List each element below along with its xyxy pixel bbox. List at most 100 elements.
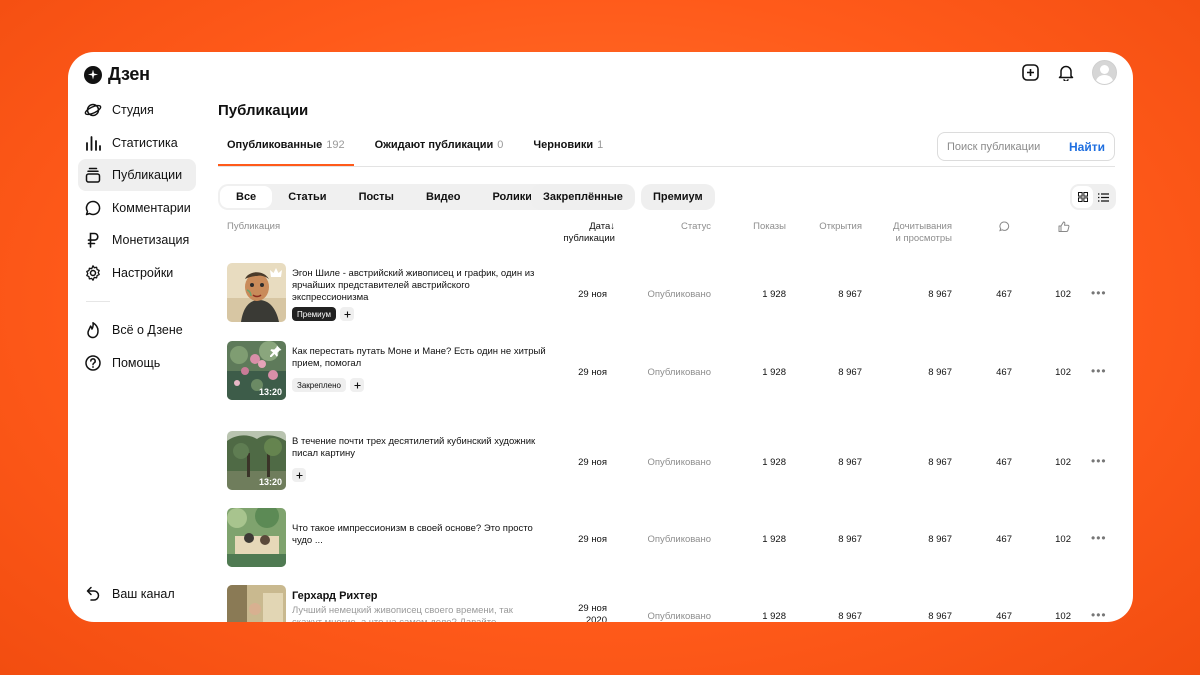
video-duration: 13:20 — [258, 387, 282, 397]
table-row[interactable]: 13:20 Как перестать путать Моне и Мане? … — [218, 341, 1118, 401]
comment-icon — [999, 221, 1010, 232]
planet-icon — [84, 103, 102, 117]
header-likes — [1058, 221, 1070, 236]
sidebar-item-about-dzen[interactable]: Всё о Дзене — [78, 314, 196, 346]
page-title: Публикации — [218, 102, 309, 119]
publication-title[interactable]: Как перестать путать Моне и Мане? Есть о… — [292, 346, 547, 370]
tab-label: Ожидают публикации — [374, 139, 494, 151]
dzen-star-icon — [84, 65, 102, 84]
tab-scheduled[interactable]: Ожидают публикации 0 — [366, 130, 513, 166]
publication-title[interactable]: Что такое импрессионизм в своей основе? … — [292, 523, 547, 547]
opens-count: 8 967 — [838, 534, 862, 545]
sidebar-item-comments[interactable]: Комментарии — [78, 192, 196, 224]
tab-drafts[interactable]: Черновики 1 — [524, 130, 612, 166]
sidebar-divider — [86, 300, 110, 302]
more-options-button[interactable]: ••• — [1091, 364, 1107, 378]
sidebar-item-label: Студия — [112, 103, 154, 117]
search-input[interactable]: Поиск публикации — [947, 141, 1069, 153]
publication-date: 29 ноя — [578, 457, 607, 468]
pinned-tag: Закреплено — [292, 378, 346, 392]
publication-date: 29 ноя 2020 — [555, 603, 607, 622]
publication-tags: Премиум — [292, 307, 355, 321]
comments-count: 467 — [996, 534, 1012, 545]
list-view-button[interactable] — [1093, 186, 1114, 208]
more-options-button[interactable]: ••• — [1091, 286, 1107, 300]
sidebar-item-studio[interactable]: Студия — [78, 94, 196, 126]
views-count: 1 928 — [762, 611, 786, 622]
publication-thumbnail: 13:20 — [227, 431, 286, 490]
studio-window: Дзен Студия Статистика Публикации Коммен… — [68, 52, 1133, 622]
date-day: 29 ноя — [578, 603, 607, 614]
grid-icon — [1077, 192, 1088, 202]
publication-thumbnail: 13:20 — [227, 341, 286, 400]
sidebar-item-your-channel[interactable]: Ваш канал — [78, 578, 175, 610]
table-row[interactable]: 13:20 В течение почти трех десятилетий к… — [218, 431, 1118, 491]
comments-count: 467 — [996, 289, 1012, 300]
header-date-line1: Дата↓ — [589, 221, 615, 232]
header-date-line2: публикации — [563, 233, 615, 244]
publication-title[interactable]: Эгон Шиле - австрийский живописец и граф… — [292, 268, 547, 304]
publication-tags — [292, 468, 306, 482]
tab-published[interactable]: Опубликованные 192 — [218, 130, 354, 166]
header-reads: Дочитывания и просмотры — [882, 221, 952, 245]
sidebar-item-label: Настройки — [112, 265, 174, 280]
dzen-logo[interactable]: Дзен — [84, 64, 150, 85]
sidebar-item-help[interactable]: Помощь — [78, 347, 196, 379]
publication-title[interactable]: В течение почти трех десятилетий кубинск… — [292, 436, 547, 460]
sidebar-item-statistics[interactable]: Статистика — [78, 127, 196, 159]
table-row[interactable]: Что такое импрессионизм в своей основе? … — [218, 508, 1118, 568]
reads-count: 8 967 — [928, 611, 952, 622]
publication-status: Опубликовано — [647, 457, 711, 468]
sidebar-bottom: Ваш канал — [78, 578, 175, 611]
table-row[interactable]: Герхард Рихтер Лучший немецкий живописец… — [218, 585, 1118, 622]
filter-all[interactable]: Все — [220, 186, 273, 208]
main-content: Публикации Опубликованные 192 Ожидают пу… — [218, 52, 1133, 622]
comment-icon — [85, 200, 101, 216]
premium-tag: Премиум — [292, 307, 337, 321]
reads-count: 8 967 — [928, 534, 952, 545]
sidebar-item-label: Ваш канал — [112, 587, 175, 601]
filter-premium[interactable]: Премиум — [641, 184, 715, 210]
thumbs-up-icon — [1058, 221, 1070, 232]
add-tag-button[interactable] — [350, 378, 364, 392]
search-button[interactable]: Найти — [1069, 140, 1105, 154]
header-publication: Публикация — [227, 221, 281, 232]
filter-pinned[interactable]: Закреплённые — [531, 184, 635, 210]
reads-count: 8 967 — [928, 289, 952, 300]
more-options-button[interactable]: ••• — [1091, 531, 1107, 545]
filter-articles[interactable]: Статьи — [272, 186, 342, 208]
more-options-button[interactable]: ••• — [1091, 454, 1107, 468]
sidebar-item-monetization[interactable]: Монетизация — [78, 224, 196, 256]
search-box: Поиск публикации Найти — [937, 132, 1115, 161]
add-tag-button[interactable] — [340, 307, 355, 321]
plus-icon — [344, 311, 351, 317]
bar-chart-icon — [86, 135, 101, 151]
help-icon — [85, 354, 101, 371]
ruble-icon — [87, 233, 99, 249]
sidebar-item-label: Комментарии — [112, 200, 191, 215]
date-year: 2020 — [585, 615, 607, 622]
back-arrow-icon — [86, 586, 100, 601]
filter-videos[interactable]: Видео — [410, 186, 477, 208]
filter-posts[interactable]: Посты — [343, 186, 410, 208]
publication-thumbnail — [227, 508, 286, 567]
grid-view-button[interactable] — [1072, 186, 1093, 208]
comments-count: 467 — [996, 457, 1012, 468]
publication-date: 29 ноя — [578, 289, 607, 300]
header-date[interactable]: Дата↓ публикации — [555, 221, 615, 245]
sidebar-item-settings[interactable]: Настройки — [78, 257, 196, 289]
comments-count: 467 — [996, 367, 1012, 378]
publication-thumbnail — [227, 585, 286, 622]
publication-status: Опубликовано — [647, 367, 711, 378]
sidebar: Студия Статистика Публикации Комментарии… — [78, 94, 196, 379]
tab-count: 1 — [597, 139, 604, 151]
sidebar-item-label: Помощь — [112, 355, 161, 370]
more-options-button[interactable]: ••• — [1091, 608, 1107, 622]
publication-date: 29 ноя — [578, 367, 607, 378]
table-row[interactable]: Эгон Шиле - австрийский живописец и граф… — [218, 263, 1118, 323]
publication-title[interactable]: Герхард Рихтер — [292, 590, 547, 602]
publication-status: Опубликовано — [647, 534, 711, 545]
sidebar-item-publications[interactable]: Публикации — [78, 159, 196, 192]
header-reads-line1: Дочитывания — [893, 221, 952, 232]
add-tag-button[interactable] — [292, 468, 306, 482]
